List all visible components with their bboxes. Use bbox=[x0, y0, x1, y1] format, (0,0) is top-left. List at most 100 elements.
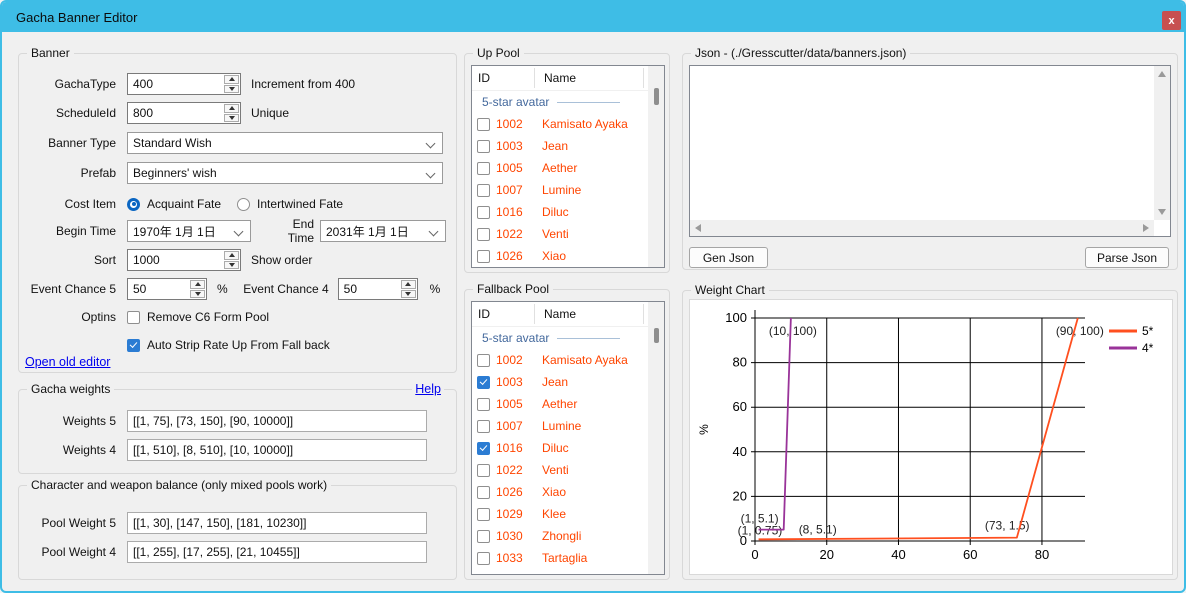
event-chance-4-input[interactable]: 50 bbox=[338, 278, 418, 300]
scrollbar-thumb[interactable] bbox=[654, 88, 659, 105]
scroll-right-icon[interactable] bbox=[1143, 224, 1149, 232]
pool-row-checkbox[interactable] bbox=[477, 464, 490, 477]
acquaint-fate-radio[interactable] bbox=[127, 198, 140, 211]
spin-up-button[interactable] bbox=[401, 280, 416, 289]
json-vertical-scrollbar[interactable] bbox=[1154, 66, 1170, 220]
pool-row-checkbox[interactable] bbox=[477, 486, 490, 499]
name-column-header[interactable]: Name bbox=[534, 71, 576, 85]
scroll-left-icon[interactable] bbox=[695, 224, 701, 232]
pool-row[interactable]: 1033 Tartaglia bbox=[472, 547, 648, 569]
id-column-header[interactable]: ID bbox=[472, 307, 534, 321]
open-old-editor-link[interactable]: Open old editor bbox=[25, 355, 110, 369]
pool-row-checkbox[interactable] bbox=[477, 552, 490, 565]
pool-row-checkbox[interactable] bbox=[477, 162, 490, 175]
pool-row-checkbox[interactable] bbox=[477, 376, 490, 389]
intertwined-fate-radio[interactable] bbox=[237, 198, 250, 211]
event-chance-5-spinner[interactable] bbox=[190, 280, 205, 298]
gacha-type-input[interactable]: 400 bbox=[127, 73, 241, 95]
event-chance-5-input[interactable]: 50 bbox=[127, 278, 207, 300]
pool-row[interactable]: 1002 Kamisato Ayaka bbox=[472, 349, 648, 371]
pool-row[interactable]: 1003 Jean bbox=[472, 371, 648, 393]
pool-row[interactable]: 1016 Diluc bbox=[472, 201, 648, 223]
auto-strip-label[interactable]: Auto Strip Rate Up From Fall back bbox=[147, 338, 330, 352]
close-button[interactable]: x bbox=[1162, 11, 1181, 30]
spin-up-button[interactable] bbox=[224, 251, 239, 260]
pool-row-checkbox[interactable] bbox=[477, 508, 490, 521]
pool-row[interactable]: 1022 Venti bbox=[472, 459, 648, 481]
spin-up-button[interactable] bbox=[224, 104, 239, 113]
fallback-pool-scrollbar[interactable] bbox=[648, 302, 664, 574]
pool-weight-4-input[interactable]: [[1, 255], [17, 255], [21, 10455]] bbox=[127, 541, 427, 563]
pool-row-checkbox[interactable] bbox=[477, 228, 490, 241]
intertwined-fate-label[interactable]: Intertwined Fate bbox=[257, 197, 343, 211]
event-chance-4-spinner[interactable] bbox=[401, 280, 416, 298]
pool-row[interactable]: 1007 Lumine bbox=[472, 415, 648, 437]
pool-row[interactable]: 1005 Aether bbox=[472, 157, 648, 179]
pool-row-checkbox[interactable] bbox=[477, 184, 490, 197]
help-link[interactable]: Help bbox=[412, 382, 444, 396]
pool-row[interactable]: 1026 Xiao bbox=[472, 481, 648, 503]
json-horizontal-scrollbar[interactable] bbox=[690, 220, 1154, 236]
pool-row-checkbox[interactable] bbox=[477, 250, 490, 263]
end-time-picker[interactable]: 2031年 1月 1日 bbox=[320, 220, 446, 242]
gen-json-button[interactable]: Gen Json bbox=[689, 247, 768, 268]
pool-row-checkbox[interactable] bbox=[477, 442, 490, 455]
spin-down-button[interactable] bbox=[401, 290, 416, 299]
svg-text:(90, 100): (90, 100) bbox=[1056, 324, 1104, 338]
pool-row-name: Qiqi bbox=[542, 573, 563, 574]
weights-5-input[interactable]: [[1, 75], [73, 150], [90, 10000]] bbox=[127, 410, 427, 432]
acquaint-fate-label[interactable]: Acquaint Fate bbox=[147, 197, 221, 211]
up-pool-list[interactable]: ID Name 5-star avatar 1002 Kamisato Ayak… bbox=[471, 65, 665, 268]
svg-text:80: 80 bbox=[1035, 547, 1049, 562]
spin-down-button[interactable] bbox=[190, 290, 205, 299]
pool-row[interactable]: 1002 Kamisato Ayaka bbox=[472, 113, 648, 135]
weights-4-input[interactable]: [[1, 510], [8, 510], [10, 10000]] bbox=[127, 439, 427, 461]
auto-strip-checkbox[interactable] bbox=[127, 339, 140, 352]
scroll-down-icon[interactable] bbox=[1158, 209, 1166, 215]
weights-4-row: Weights 4 [[1, 510], [8, 510], [10, 1000… bbox=[25, 439, 446, 461]
json-textarea[interactable] bbox=[690, 66, 1154, 220]
pool-row-checkbox[interactable] bbox=[477, 398, 490, 411]
pool-weight-5-input[interactable]: [[1, 30], [147, 150], [181, 10230]] bbox=[127, 512, 427, 534]
remove-c6-checkbox[interactable] bbox=[127, 311, 140, 324]
pool-row[interactable]: 1022 Venti bbox=[472, 223, 648, 245]
sort-input[interactable]: 1000 bbox=[127, 249, 241, 271]
up-pool-scrollbar[interactable] bbox=[648, 66, 664, 267]
remove-c6-label[interactable]: Remove C6 Form Pool bbox=[147, 310, 269, 324]
pool-row[interactable]: 1007 Lumine bbox=[472, 179, 648, 201]
pool-row[interactable]: 1016 Diluc bbox=[472, 437, 648, 459]
banner-type-select[interactable]: Standard Wish bbox=[127, 132, 443, 154]
optins-row-1: Optins Remove C6 Form Pool bbox=[25, 306, 446, 328]
sort-spinner[interactable] bbox=[224, 251, 239, 269]
pool-row-checkbox[interactable] bbox=[477, 118, 490, 131]
pool-row[interactable]: 1029 Klee bbox=[472, 503, 648, 525]
scrollbar-thumb[interactable] bbox=[654, 328, 659, 343]
spin-up-button[interactable] bbox=[190, 280, 205, 289]
schedule-id-input[interactable]: 800 bbox=[127, 102, 241, 124]
fallback-pool-list[interactable]: ID Name 5-star avatar 1002 Kamisato Ayak… bbox=[471, 301, 665, 575]
pool-row-checkbox[interactable] bbox=[477, 354, 490, 367]
spin-down-button[interactable] bbox=[224, 261, 239, 270]
pool-row-checkbox[interactable] bbox=[477, 574, 490, 575]
gacha-type-spinner[interactable] bbox=[224, 75, 239, 93]
spin-down-button[interactable] bbox=[224, 114, 239, 123]
prefab-select[interactable]: Beginners' wish bbox=[127, 162, 443, 184]
pool-row-checkbox[interactable] bbox=[477, 140, 490, 153]
titlebar[interactable]: Gacha Banner Editor x bbox=[2, 2, 1184, 32]
pool-row[interactable]: 1005 Aether bbox=[472, 393, 648, 415]
pool-row-checkbox[interactable] bbox=[477, 206, 490, 219]
spin-down-button[interactable] bbox=[224, 85, 239, 94]
pool-row[interactable]: 1030 Zhongli bbox=[472, 525, 648, 547]
pool-row[interactable]: 1026 Xiao bbox=[472, 245, 648, 267]
parse-json-button[interactable]: Parse Json bbox=[1085, 247, 1169, 268]
pool-row[interactable]: 1035 Qiqi bbox=[472, 569, 648, 574]
name-column-header[interactable]: Name bbox=[534, 307, 576, 321]
id-column-header[interactable]: ID bbox=[472, 71, 534, 85]
pool-row-checkbox[interactable] bbox=[477, 420, 490, 433]
pool-row[interactable]: 1003 Jean bbox=[472, 135, 648, 157]
spin-up-button[interactable] bbox=[224, 75, 239, 84]
begin-time-picker[interactable]: 1970年 1月 1日 bbox=[127, 220, 251, 242]
scroll-up-icon[interactable] bbox=[1158, 71, 1166, 77]
pool-row-checkbox[interactable] bbox=[477, 530, 490, 543]
schedule-id-spinner[interactable] bbox=[224, 104, 239, 122]
